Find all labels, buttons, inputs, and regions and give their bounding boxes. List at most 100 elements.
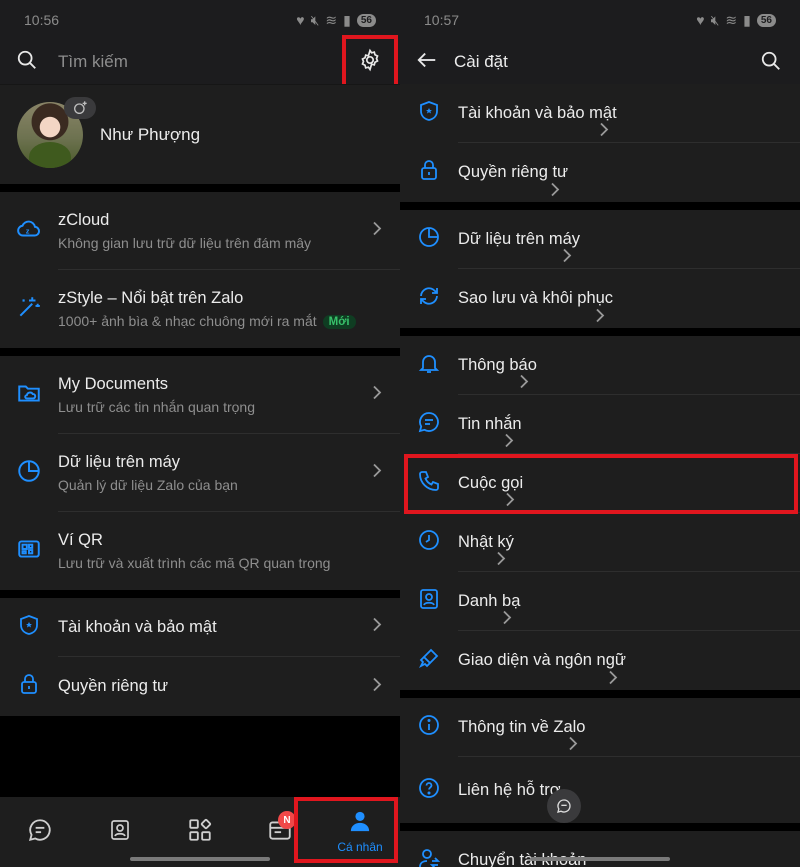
settings-section-switch: Chuyển tài khoản bbox=[400, 831, 800, 867]
services-section: z zCloud Không gian lưu trữ dữ liệu trên… bbox=[0, 192, 400, 348]
sync-icon bbox=[417, 284, 441, 313]
qr-wallet-item[interactable]: Ví QR Lưu trữ và xuất trình các mã QR qu… bbox=[0, 512, 400, 590]
chevron-right-icon bbox=[519, 373, 529, 394]
gear-icon[interactable] bbox=[358, 48, 382, 77]
setting-backup-restore[interactable]: Sao lưu và khôi phục bbox=[400, 269, 800, 328]
chevron-right-icon bbox=[568, 735, 578, 756]
setting-label: Danh bạ bbox=[458, 591, 521, 610]
setting-label: Thông báo bbox=[458, 355, 537, 374]
status-icons: ♥ 🔇︎ ≋ ▮ 56 bbox=[296, 12, 376, 29]
settings-screen: 10:57 ♥ 🔇︎ ≋ ▮ 56 Cài đặt Tài khoản và b… bbox=[400, 0, 800, 867]
search-icon[interactable] bbox=[16, 49, 38, 76]
switch-user-icon bbox=[417, 846, 441, 867]
mute-icon: 🔇︎ bbox=[710, 11, 720, 28]
setting-appearance-language[interactable]: Giao diện và ngôn ngữ bbox=[400, 631, 800, 690]
mute-icon: 🔇︎ bbox=[310, 11, 320, 28]
page-title: Cài đặt bbox=[454, 52, 508, 71]
setting-label: Quyền riêng tư bbox=[458, 163, 569, 181]
device-data-item[interactable]: Dữ liệu trên máy Quản lý dữ liệu Zalo củ… bbox=[0, 434, 400, 512]
chat-bubble-icon bbox=[417, 410, 441, 439]
item-subtitle: 1000+ ảnh bìa & nhạc chuông mới ra mắt Mớ… bbox=[58, 313, 360, 329]
nav-messages[interactable] bbox=[0, 797, 80, 867]
item-subtitle: Quản lý dữ liệu Zalo của bạn bbox=[58, 476, 238, 493]
clock-icon bbox=[417, 528, 441, 557]
magic-wand-icon bbox=[16, 294, 42, 325]
search-icon[interactable] bbox=[760, 50, 782, 77]
setting-label: Cuộc gọi bbox=[458, 473, 524, 492]
signal-icon: ▮ bbox=[343, 11, 351, 28]
chevron-right-icon bbox=[372, 220, 382, 241]
folder-cloud-icon bbox=[16, 380, 42, 411]
setting-messages[interactable]: Tin nhắn bbox=[400, 395, 800, 454]
paint-brush-icon bbox=[417, 646, 441, 675]
status-time: 10:56 bbox=[24, 12, 60, 28]
add-status-icon[interactable] bbox=[64, 97, 96, 119]
chat-bubble-icon bbox=[27, 817, 53, 848]
search-input[interactable]: Tìm kiếm bbox=[58, 52, 128, 72]
battery-badge: 56 bbox=[356, 13, 376, 27]
settings-highlight bbox=[342, 35, 398, 89]
setting-label: Tin nhắn bbox=[458, 414, 522, 433]
setting-about-zalo[interactable]: Thông tin về Zalo bbox=[400, 698, 800, 757]
setting-privacy[interactable]: Quyền riêng tư bbox=[400, 143, 800, 202]
phone-icon bbox=[417, 469, 441, 498]
qr-wallet-icon bbox=[16, 536, 42, 567]
settings-section-about: Thông tin về Zalo Liên hệ hỗ trợ bbox=[400, 698, 800, 823]
search-header: Tìm kiếm bbox=[0, 35, 400, 89]
pie-chart-icon bbox=[417, 225, 441, 254]
chevron-right-icon bbox=[496, 550, 506, 571]
lock-icon bbox=[17, 672, 41, 701]
profile-card[interactable]: Như Phượng bbox=[0, 84, 400, 184]
setting-label: Dữ liệu trên máy bbox=[458, 229, 581, 248]
wifi-icon: ≋ bbox=[325, 11, 338, 28]
contacts-icon bbox=[108, 818, 132, 847]
chevron-right-icon bbox=[562, 247, 572, 268]
settings-section-general: Thông báo Tin nhắn Cuộc gọi Nhật ký Danh… bbox=[400, 336, 800, 690]
chevron-right-icon bbox=[599, 121, 609, 142]
profile-screen: 10:56 ♥ 🔇︎ ≋ ▮ 56 Tìm kiếm Như Phượng z … bbox=[0, 0, 400, 867]
shield-icon bbox=[17, 613, 41, 642]
chevron-right-icon bbox=[505, 491, 515, 512]
settings-section-account: Tài khoản và bảo mật Quyền riêng tư bbox=[400, 84, 800, 202]
svg-text:z: z bbox=[26, 226, 30, 235]
setting-switch-account[interactable]: Chuyển tài khoản bbox=[400, 831, 800, 867]
lock-icon bbox=[417, 158, 441, 187]
status-icons: ♥ 🔇︎ ≋ ▮ 56 bbox=[696, 12, 776, 29]
privacy-item[interactable]: Quyền riêng tư bbox=[0, 657, 400, 716]
info-icon bbox=[417, 713, 441, 742]
item-title: zStyle – Nổi bật trên Zalo bbox=[58, 289, 244, 307]
signal-icon: ▮ bbox=[743, 11, 751, 28]
settings-section-data: Dữ liệu trên máy Sao lưu và khôi phục bbox=[400, 210, 800, 328]
item-title: zCloud bbox=[58, 210, 110, 229]
bottom-nav: N Cá nhân bbox=[0, 797, 400, 867]
new-badge: Mới bbox=[322, 315, 356, 329]
setting-account-security[interactable]: Tài khoản và bảo mật bbox=[400, 84, 800, 143]
wifi-icon: ≋ bbox=[725, 11, 738, 28]
setting-device-data[interactable]: Dữ liệu trên máy bbox=[400, 210, 800, 269]
setting-diary[interactable]: Nhật ký bbox=[400, 513, 800, 572]
my-documents-item[interactable]: My Documents Lưu trữ các tin nhắn quan t… bbox=[0, 356, 400, 434]
setting-support[interactable]: Liên hệ hỗ trợ bbox=[400, 757, 800, 823]
status-time: 10:57 bbox=[424, 12, 460, 28]
setting-label: Liên hệ hỗ trợ bbox=[458, 780, 561, 799]
item-title: My Documents bbox=[58, 374, 169, 393]
chevron-right-icon bbox=[504, 432, 514, 453]
setting-label: Giao diện và ngôn ngữ bbox=[458, 651, 626, 669]
back-arrow-icon[interactable] bbox=[416, 49, 438, 76]
setting-label: Nhật ký bbox=[458, 532, 514, 551]
nav-profile-highlight bbox=[294, 797, 398, 863]
setting-calls[interactable]: Cuộc gọi bbox=[400, 454, 800, 513]
item-subtitle: Lưu trữ các tin nhắn quan trọng bbox=[58, 398, 255, 415]
chevron-right-icon bbox=[595, 307, 605, 328]
heart-icon: ♥ bbox=[296, 12, 305, 28]
chevron-right-icon bbox=[550, 181, 560, 202]
zstyle-item[interactable]: zStyle – Nổi bật trên Zalo 1000+ ảnh bìa… bbox=[0, 270, 400, 348]
zcloud-item[interactable]: z zCloud Không gian lưu trữ dữ liệu trên… bbox=[0, 192, 400, 270]
chevron-right-icon bbox=[372, 676, 382, 697]
account-security-item[interactable]: Tài khoản và bảo mật bbox=[0, 598, 400, 657]
chevron-right-icon bbox=[372, 384, 382, 405]
support-chat-button[interactable] bbox=[546, 789, 581, 823]
setting-notifications[interactable]: Thông báo bbox=[400, 336, 800, 395]
setting-contacts[interactable]: Danh bạ bbox=[400, 572, 800, 631]
item-subtitle: Lưu trữ và xuất trình các mã QR quan trọ… bbox=[58, 555, 331, 571]
